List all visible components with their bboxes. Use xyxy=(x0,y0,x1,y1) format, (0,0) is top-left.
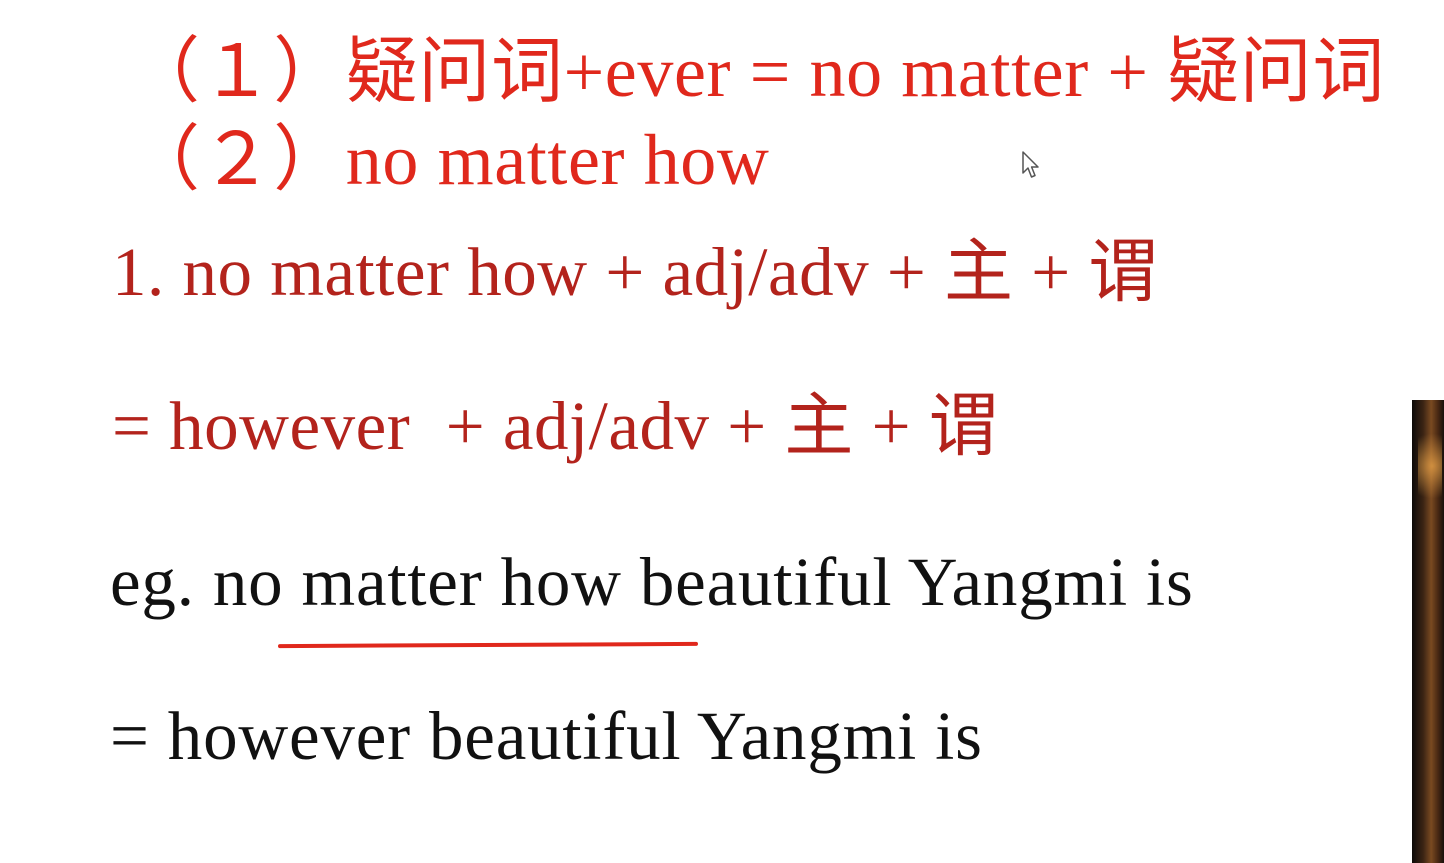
video-thumbnail-edge xyxy=(1412,400,1444,863)
rule-1-text: （１）疑问词+ever = no matter + 疑问词 xyxy=(128,32,1386,112)
formula-1-text: 1. no matter how + adj/adv + 主 + 谓 xyxy=(112,234,1158,310)
example-2-text: = however beautiful Yangmi is xyxy=(110,698,983,774)
mouse-pointer-icon xyxy=(1022,151,1039,178)
slide-canvas: （１）疑问词+ever = no matter + 疑问词 （２）no matt… xyxy=(0,0,1444,863)
formula-2-text: = however + adj/adv + 主 + 谓 xyxy=(112,388,999,464)
rule-2-text: （２）no matter how xyxy=(128,120,770,200)
example-1-text: eg. no matter how beautiful Yangmi is xyxy=(110,544,1194,620)
handwritten-underline xyxy=(277,641,699,649)
